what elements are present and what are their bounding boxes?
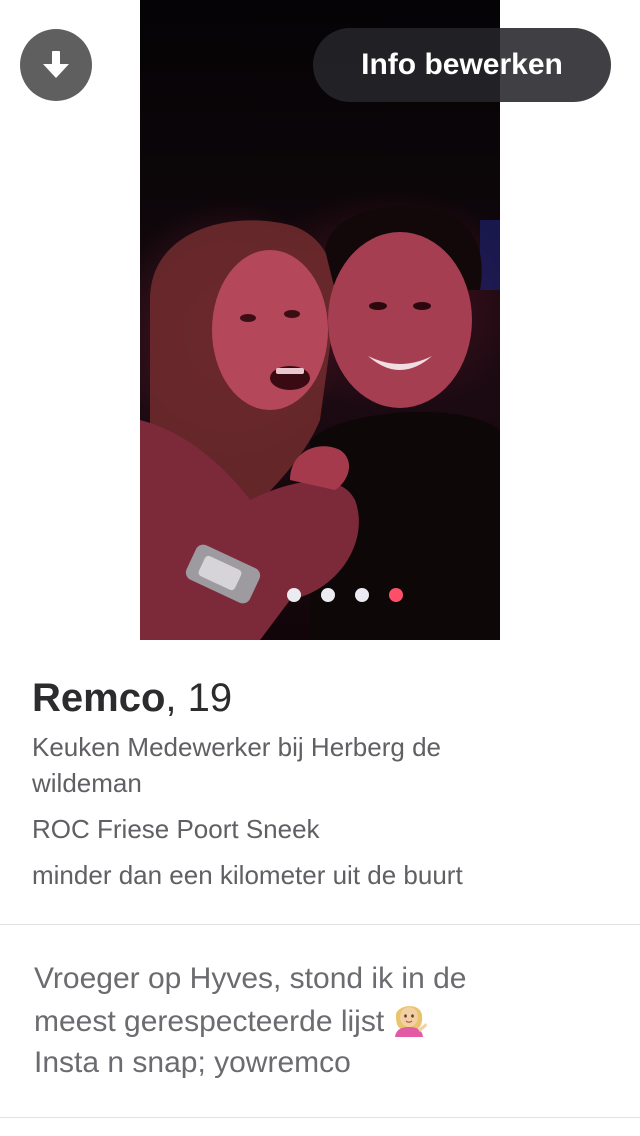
- edit-info-label: Info bewerken: [361, 48, 563, 81]
- photo-dot[interactable]: [287, 588, 301, 602]
- arrow-down-icon: [43, 51, 69, 78]
- photo-dot[interactable]: [355, 588, 369, 602]
- profile-school: ROC Friese Poort Sneek: [32, 814, 320, 844]
- section-divider: [0, 924, 640, 925]
- profile-job-line-1: Keuken Medewerker bij Herberg de: [32, 732, 441, 762]
- profile-job: Keuken Medewerker bij Herberg de wildema…: [32, 729, 592, 801]
- profile-name-age: Remco, 19: [32, 676, 232, 721]
- profile-name: Remco: [32, 676, 166, 720]
- profile-distance: minder dan een kilometer uit de buurt: [32, 860, 463, 890]
- photo-dot[interactable]: [321, 588, 335, 602]
- section-divider-bottom: [0, 1117, 640, 1118]
- edit-info-button[interactable]: Info bewerken: [313, 28, 611, 102]
- photo-dot-active[interactable]: [389, 588, 403, 602]
- collapse-button[interactable]: [20, 29, 92, 101]
- profile-age: , 19: [165, 676, 233, 720]
- information-desk-person-emoji: [395, 1006, 428, 1037]
- profile-bio: Vroeger op Hyves, stond ik in de meest g…: [34, 958, 614, 1083]
- bio-line-2-wrap: meest gerespecteerde lijst: [34, 999, 614, 1042]
- bio-line-3: Insta n snap; yowremco: [34, 1046, 351, 1079]
- profile-job-line-2: wildeman: [32, 768, 142, 798]
- bio-line-2: meest gerespecteerde lijst: [34, 1005, 385, 1038]
- photo-pagination: [0, 588, 640, 604]
- bio-line-1: Vroeger op Hyves, stond ik in de: [34, 962, 467, 995]
